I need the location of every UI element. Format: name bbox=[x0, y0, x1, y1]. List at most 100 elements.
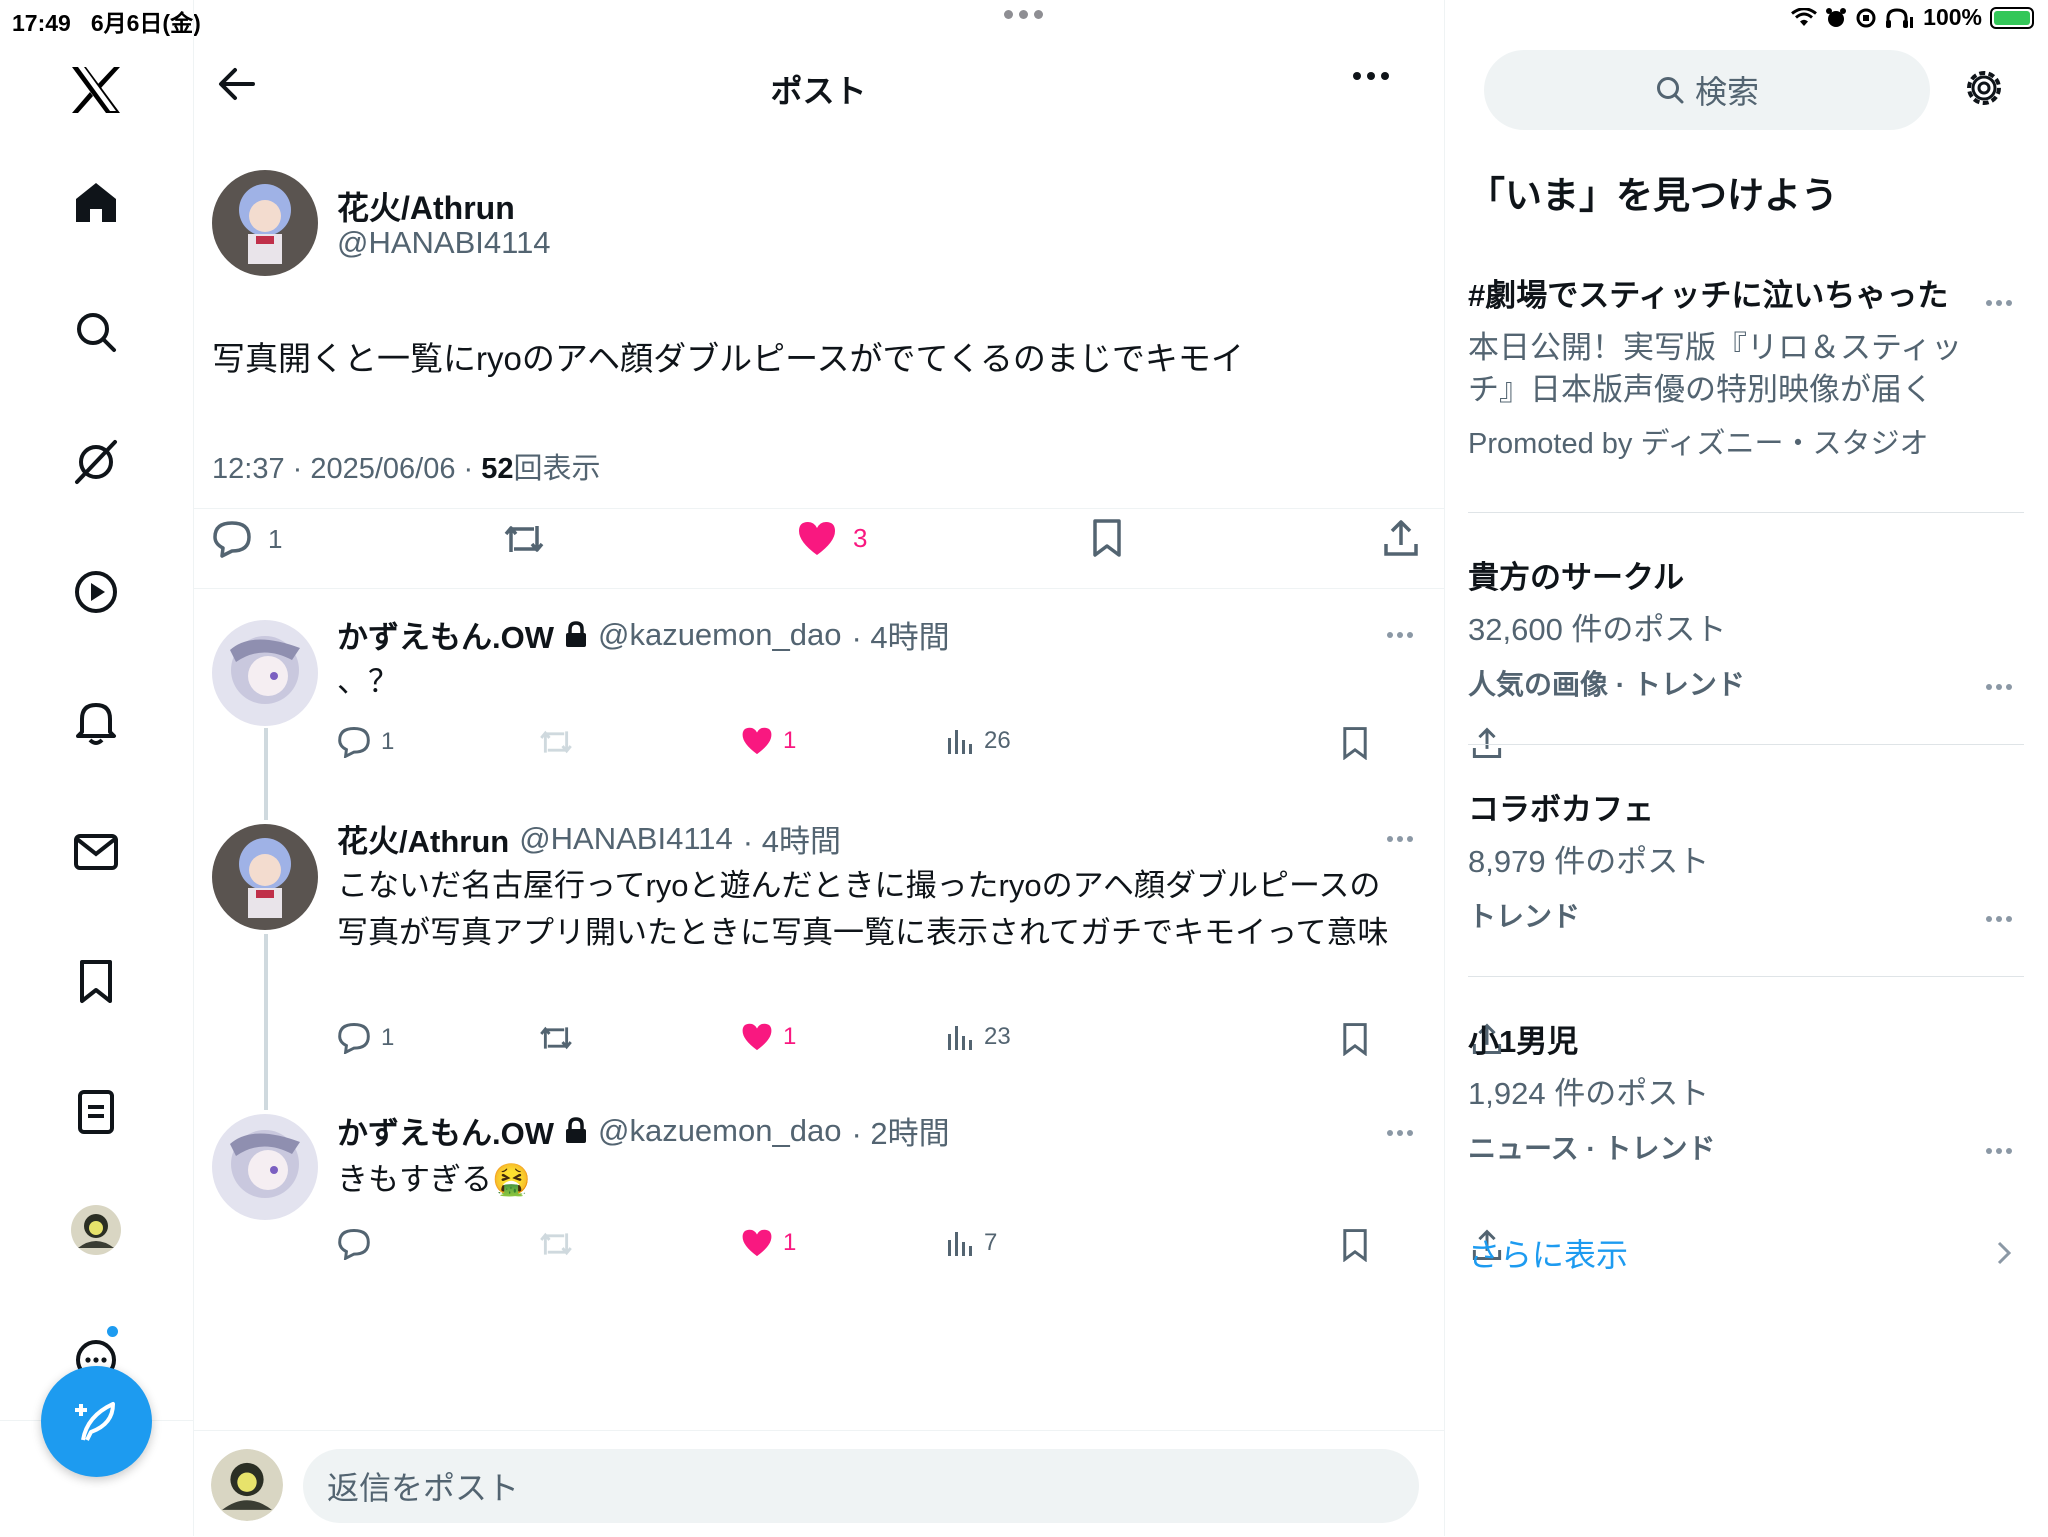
reply-author-handle[interactable]: @kazuemon_dao bbox=[598, 617, 841, 653]
author-avatar[interactable] bbox=[212, 170, 318, 276]
trend-post-count: 1,924 件のポスト bbox=[1468, 1076, 1710, 1111]
divider bbox=[1468, 744, 2024, 745]
reply-view-count: 23 bbox=[984, 1023, 1011, 1050]
show-more-link[interactable]: さらに表示 bbox=[1468, 1230, 1628, 1276]
like-button[interactable]: 3 bbox=[797, 520, 867, 556]
post-meta: 12:37 · 2025/06/06 · 52回表示 bbox=[212, 445, 601, 487]
reply-avatar[interactable] bbox=[212, 1114, 318, 1220]
settings-gear-icon[interactable] bbox=[1962, 66, 2006, 110]
reply-bookmark-button[interactable] bbox=[1341, 726, 1369, 760]
reply-bubble-icon bbox=[338, 727, 370, 758]
reply-count: 1 bbox=[268, 523, 283, 554]
lists-icon[interactable] bbox=[66, 1082, 126, 1142]
explore-heading: 「いま」を見つけよう bbox=[1468, 175, 1838, 216]
divider bbox=[193, 508, 1444, 509]
views-bar-chart-icon bbox=[948, 730, 972, 754]
post-views-label: 回表示 bbox=[513, 453, 601, 485]
reply-input[interactable]: 返信をポスト bbox=[303, 1449, 1419, 1523]
reply-reply-button[interactable]: 1 bbox=[337, 1022, 394, 1054]
divider bbox=[1468, 976, 2024, 977]
reply-time: · 4時間 bbox=[742, 824, 841, 859]
post-timestamp: 12:37 · 2025/06/06 · bbox=[212, 453, 482, 485]
heart-filled-icon bbox=[799, 522, 835, 555]
my-avatar[interactable] bbox=[211, 1449, 283, 1521]
reply-repost-button bbox=[538, 1228, 574, 1260]
bookmark-icon bbox=[1093, 519, 1121, 557]
post-detail-column: ポスト 花火/Athrun @HANABI4114 写真開くと一覧にryoのアヘ… bbox=[193, 0, 1502, 1536]
reply-author-handle[interactable]: @HANABI4114 bbox=[519, 821, 733, 857]
search-icon bbox=[1656, 77, 1684, 104]
reply-avatar[interactable] bbox=[212, 620, 318, 726]
reply-author-handle[interactable]: @kazuemon_dao bbox=[598, 1113, 841, 1149]
trend-more-icon[interactable] bbox=[1986, 916, 2012, 922]
profile-avatar[interactable] bbox=[66, 1200, 126, 1260]
post-view-count: 52 bbox=[481, 453, 514, 485]
trend-more-icon[interactable] bbox=[1986, 684, 2012, 690]
reply-like-button[interactable]: 1 bbox=[741, 1228, 796, 1257]
reply-button[interactable]: 1 bbox=[212, 520, 282, 558]
reply-like-count: 1 bbox=[783, 726, 797, 754]
bookmark-icon bbox=[1343, 727, 1367, 760]
page-title: ポスト bbox=[770, 73, 867, 109]
divider bbox=[1468, 512, 2024, 513]
reply-more-icon[interactable] bbox=[1387, 836, 1413, 842]
x-logo-icon[interactable] bbox=[66, 60, 126, 120]
bookmarks-icon[interactable] bbox=[66, 952, 126, 1012]
repost-disabled-icon bbox=[540, 730, 572, 754]
trend-more-icon[interactable] bbox=[1986, 300, 2012, 306]
author-name[interactable]: 花火/Athrun bbox=[337, 183, 515, 229]
author-handle[interactable]: @HANABI4114 bbox=[337, 225, 551, 261]
trend-item[interactable]: 貴方のサークル 32,600 件のポスト 人気の画像 · トレンド bbox=[1468, 552, 2024, 703]
repost-button[interactable] bbox=[502, 520, 546, 558]
bookmark-button[interactable] bbox=[1091, 518, 1123, 558]
chevron-right-icon[interactable] bbox=[1996, 1240, 2012, 1266]
search-placeholder: 検索 bbox=[1694, 74, 1759, 110]
reply-repost-button bbox=[538, 726, 574, 758]
reply-view-count: 26 bbox=[984, 727, 1011, 754]
heart-filled-icon bbox=[742, 1023, 772, 1051]
reply-reply-count: 1 bbox=[381, 728, 395, 755]
reply-author-name[interactable]: 花火/Athrun bbox=[337, 816, 509, 861]
promoted-by-label: Promoted by ディズニー・スタジオ bbox=[1468, 428, 1929, 460]
reply-more-icon[interactable] bbox=[1387, 1130, 1413, 1136]
reply-bookmark-button[interactable] bbox=[1341, 1228, 1369, 1262]
search-icon[interactable] bbox=[66, 302, 126, 362]
trend-item-promoted[interactable]: #劇場でスティッチに泣いちゃった 本日公開！実写版『リロ＆スティッ チ』日本版声… bbox=[1468, 270, 2024, 465]
bookmark-icon bbox=[1343, 1229, 1367, 1262]
trend-item[interactable]: コラボカフェ 8,979 件のポスト トレンド bbox=[1468, 784, 2024, 935]
compose-post-button[interactable] bbox=[41, 1366, 152, 1477]
right-sidebar: 検索 「いま」を見つけよう #劇場でスティッチに泣いちゃった 本日公開！実写版『… bbox=[1444, 0, 2048, 1536]
trend-title: 貴方のサークル bbox=[1468, 560, 1685, 595]
reply-author-name[interactable]: かずえもん.OW bbox=[337, 1108, 554, 1153]
reply-like-button[interactable]: 1 bbox=[741, 1022, 796, 1051]
left-navigation bbox=[0, 0, 194, 1536]
reply-reply-button[interactable]: 1 bbox=[337, 726, 394, 758]
reply-views-button[interactable]: 23 bbox=[946, 1022, 1011, 1052]
reply-reply-button[interactable] bbox=[337, 1228, 381, 1260]
reply-author-name[interactable]: かずえもん.OW bbox=[337, 612, 554, 657]
reply-avatar[interactable] bbox=[212, 824, 318, 930]
reply-bookmark-button[interactable] bbox=[1341, 1022, 1369, 1056]
trend-item[interactable]: 小1男児 1,924 件のポスト ニュース · トレンド bbox=[1468, 1016, 2024, 1167]
share-button[interactable] bbox=[1382, 518, 1420, 558]
repost-icon bbox=[540, 1026, 572, 1050]
trend-category: ニュース · トレンド bbox=[1468, 1133, 1716, 1164]
reply-like-button[interactable]: 1 bbox=[741, 726, 796, 755]
reply-views-button[interactable]: 7 bbox=[946, 1228, 997, 1258]
grok-icon[interactable] bbox=[66, 432, 126, 492]
post-more-options-icon[interactable] bbox=[1353, 72, 1389, 80]
reply-repost-button[interactable] bbox=[538, 1022, 574, 1054]
video-icon[interactable] bbox=[66, 562, 126, 622]
lock-icon bbox=[565, 620, 586, 647]
reply-views-button[interactable]: 26 bbox=[946, 726, 1011, 756]
repost-disabled-icon bbox=[540, 1232, 572, 1256]
notifications-bell-icon[interactable] bbox=[66, 692, 126, 752]
trend-more-icon[interactable] bbox=[1986, 1148, 2012, 1154]
trend-category: 人気の画像 · トレンド bbox=[1468, 669, 1745, 700]
messages-envelope-icon[interactable] bbox=[66, 822, 126, 882]
reply-bubble-icon bbox=[213, 521, 251, 558]
search-input[interactable]: 検索 bbox=[1484, 50, 1930, 130]
reply-more-icon[interactable] bbox=[1387, 632, 1413, 638]
home-icon[interactable] bbox=[66, 172, 126, 232]
unread-indicator-dot bbox=[107, 1326, 118, 1337]
